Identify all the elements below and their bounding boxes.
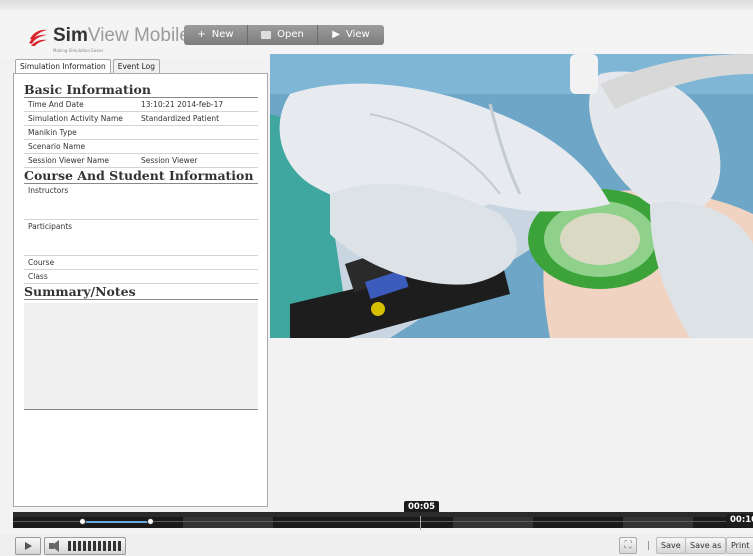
info-row: Time And Date 13:10:21 2014-feb-17 [24,98,258,112]
info-tabs: Simulation Information Event Log [15,59,162,74]
save-button[interactable]: Save [656,537,686,554]
simview-logo-icon [29,29,47,46]
info-row: Session Viewer Name Session Viewer [24,154,258,168]
info-row: Manikin Type [24,126,258,140]
play-icon: ▶ [332,29,340,40]
field-label: Class [28,272,48,281]
selection-range [83,521,150,523]
new-button[interactable]: + New [184,25,248,45]
course-info-title: Course And Student Information [24,168,258,184]
toolbar: + New Open ▶ View [184,25,384,45]
tab-simulation-information[interactable]: Simulation Information [15,59,111,74]
logo-text: SimView Mobile [53,26,190,46]
field-label: Time And Date [28,100,84,109]
field-label: Participants [28,222,73,231]
app-window: SimView Mobile Making Simulation Easier … [0,0,753,556]
timeline-segment [453,517,533,528]
field-label: Simulation Activity Name [28,114,123,123]
new-button-label: New [211,29,234,40]
summary-notes-box[interactable] [24,303,258,410]
field-label: Manikin Type [28,128,77,137]
header: SimView Mobile Making Simulation Easier … [0,10,753,58]
print-button[interactable]: Print [726,537,753,554]
tab-event-log[interactable]: Event Log [112,59,161,73]
timeline-segment [623,517,693,528]
open-button[interactable]: Open [248,25,318,45]
basic-info-title: Basic Information [24,82,258,98]
fullscreen-icon[interactable]: ⛶ [619,537,637,554]
divider [648,541,649,550]
info-row: Instructors [24,184,258,220]
info-panel: Basic Information Time And Date 13:10:21… [13,73,268,507]
summary-title: Summary/Notes [24,284,258,300]
field-label: Course [28,258,55,267]
timeline-segment [183,517,273,528]
field-value: Session Viewer [141,156,198,165]
video-frame-image [270,54,753,338]
speaker-cone-icon [51,540,59,552]
end-time-badge: 00:10 [726,514,753,527]
info-row: Scenario Name [24,140,258,154]
volume-control[interactable] [44,537,126,555]
field-label: Instructors [28,186,69,195]
field-label: Scenario Name [28,142,86,151]
play-icon [25,542,32,550]
field-value: 13:10:21 2014-feb-17 [141,100,224,109]
info-row: Class [24,270,258,284]
video-player[interactable] [270,54,753,338]
logo-brand: Sim [53,25,88,46]
app-logo: SimView Mobile Making Simulation Easier [28,26,190,53]
plus-icon: + [197,29,206,40]
range-start-handle[interactable] [79,518,86,525]
view-button-label: View [345,29,370,40]
view-button[interactable]: ▶ View [318,25,384,45]
save-as-button[interactable]: Save as [685,537,727,554]
playhead[interactable] [420,516,421,530]
range-end-handle[interactable] [147,518,154,525]
info-content: Basic Information Time And Date 13:10:21… [24,82,258,410]
field-value: Standardized Patient [141,114,220,123]
info-row: Course [24,256,258,270]
top-strip [0,0,753,10]
volume-level-bars[interactable] [68,541,121,551]
folder-icon [261,31,272,39]
logo-tagline: Making Simulation Easier [53,48,104,53]
info-row: Participants [24,220,258,256]
play-button[interactable] [15,537,41,555]
player-controls: ⛶ Save Save as Print [0,534,753,556]
info-row: Simulation Activity Name Standardized Pa… [24,112,258,126]
logo-product: View Mobile [87,25,190,46]
timeline[interactable] [13,512,753,530]
field-label: Session Viewer Name [28,156,110,165]
open-button-label: Open [277,29,304,40]
